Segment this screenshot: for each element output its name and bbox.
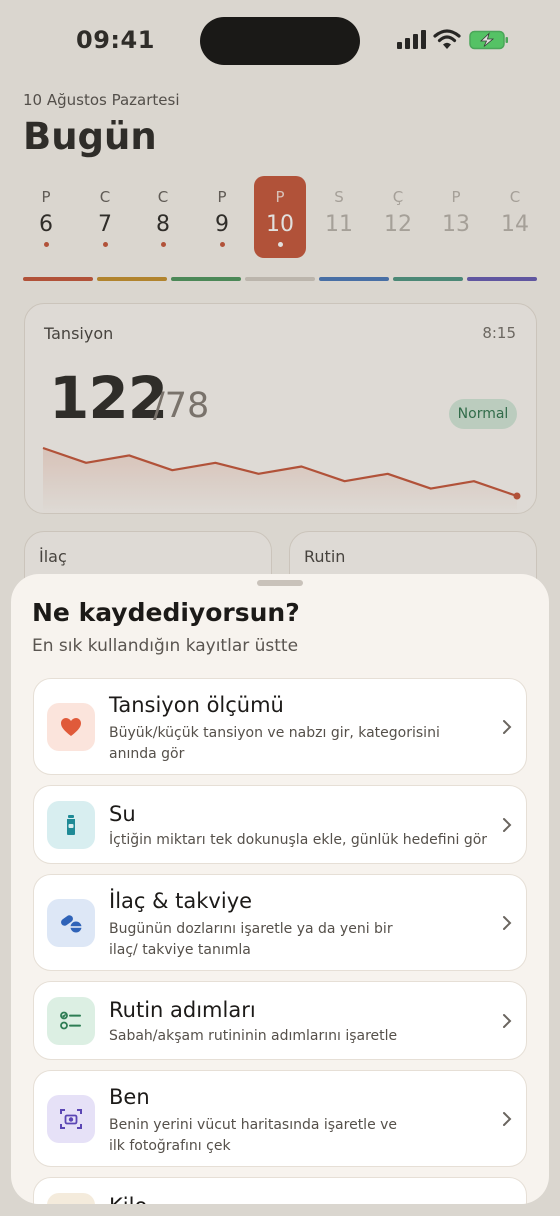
log-option-routine[interactable]: Rutin adımları Sabah/akşam rutininin adı… — [33, 981, 527, 1060]
sheet-subtitle: En sık kullandığın kayıtlar üstte — [32, 636, 299, 656]
log-option-medication[interactable]: İlaç & takviye Bugünün dozlarını işaretl… — [33, 874, 527, 971]
option-description: İçtiğin miktarı tek dokunuşla ekle, günl… — [109, 832, 488, 848]
pills-icon — [47, 899, 95, 947]
option-description: Sabah/akşam rutininin adımlarını işaretl… — [109, 1028, 398, 1044]
option-title: Ben — [109, 1085, 150, 1109]
log-option-blood-pressure[interactable]: Tansiyon ölçümü Büyük/küçük tansiyon ve … — [33, 678, 527, 775]
option-title: Tansiyon ölçümü — [109, 693, 284, 717]
option-title: Su — [109, 802, 136, 826]
checklist-icon — [47, 997, 95, 1045]
chevron-right-icon — [503, 818, 512, 832]
option-description: Bugünün dozlarını işaretle ya da yeni bi… — [109, 921, 393, 958]
chevron-right-icon — [503, 916, 512, 930]
water-bottle-icon — [47, 801, 95, 849]
log-option-mole[interactable]: Ben Benin yerini vücut haritasında işare… — [33, 1070, 527, 1167]
option-title: Kilo — [109, 1194, 147, 1204]
camera-scan-icon — [47, 1095, 95, 1143]
log-option-weight[interactable]: Kilo — [33, 1177, 527, 1204]
log-entry-sheet: Ne kaydediyorsun? En sık kullandığın kay… — [11, 574, 549, 1204]
option-description: Büyük/küçük tansiyon ve nabzı gir, kateg… — [109, 725, 440, 762]
chevron-right-icon — [503, 720, 512, 734]
sheet-grabber[interactable] — [257, 580, 303, 586]
option-description: Benin yerini vücut haritasında işaretle … — [109, 1117, 398, 1154]
chevron-right-icon — [503, 1112, 512, 1126]
log-option-water[interactable]: Su İçtiğin miktarı tek dokunuşla ekle, g… — [33, 785, 527, 864]
option-title: İlaç & takviye — [109, 889, 253, 913]
option-title: Rutin adımları — [109, 998, 256, 1022]
heart-icon — [47, 703, 95, 751]
sheet-title: Ne kaydediyorsun? — [32, 598, 300, 627]
scale-icon — [47, 1193, 95, 1204]
chevron-right-icon — [503, 1014, 512, 1028]
